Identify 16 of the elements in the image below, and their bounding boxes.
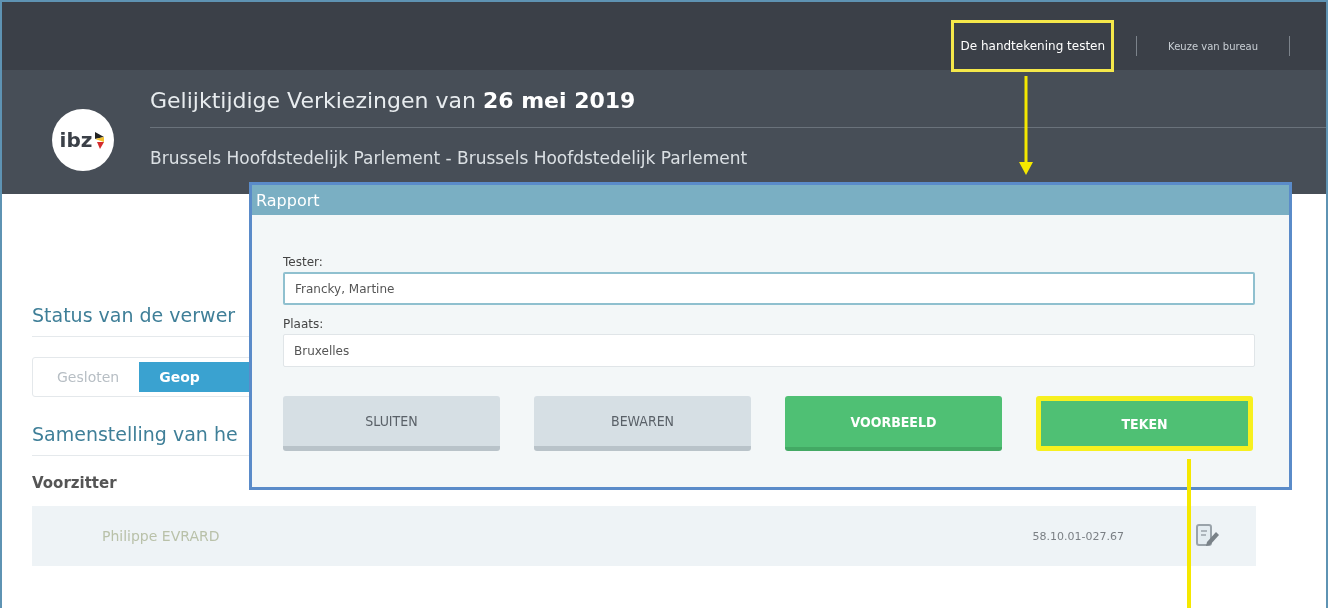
page-title: Gelijktijdige Verkiezingen van 26 mei 2019 <box>150 88 1326 128</box>
logo: ibz <box>52 109 114 171</box>
text-field[interactable]: Bruxelles <box>283 334 1255 367</box>
role-label: Voorzitter <box>32 474 118 492</box>
edit-document-icon[interactable] <box>1194 523 1220 549</box>
page-subtitle: Brussels Hoofdstedelijk Parlement - Brussels Hoofdstedelijk Parlement <box>150 148 749 168</box>
nav-link[interactable]: Keuze van bureau <box>1159 22 1267 70</box>
member-name: Philippe EVRARD <box>102 528 221 544</box>
dialog-button[interactable]: BEWAREN <box>534 396 751 451</box>
field-label: Tester: <box>283 255 324 269</box>
dialog-button[interactable]: SLUITEN <box>283 396 500 451</box>
dialog-title: Rapport <box>252 185 1289 215</box>
national-number: 58.10.01-027.67 <box>1032 529 1124 543</box>
nav-link[interactable]: De handtekening testen <box>951 20 1115 72</box>
text-field[interactable]: Francky, Martine <box>283 272 1255 305</box>
field-label: Plaats: <box>283 317 325 331</box>
